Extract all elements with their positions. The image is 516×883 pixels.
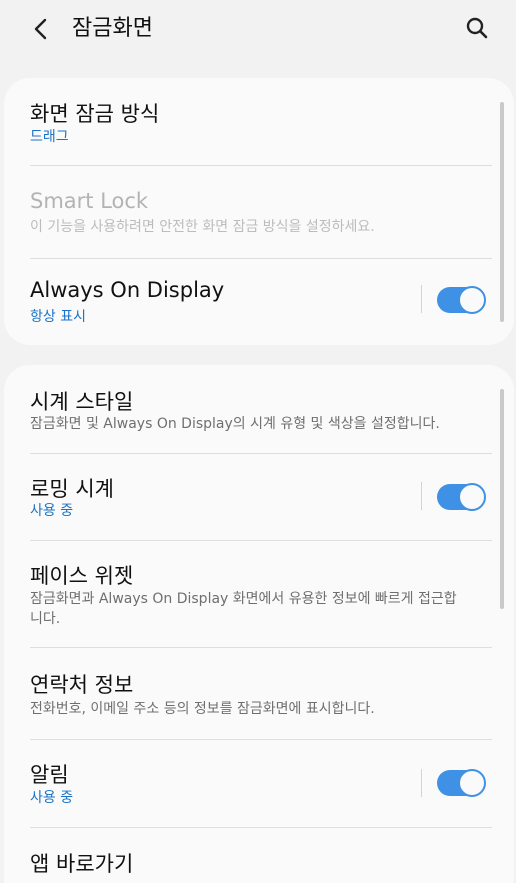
notifications-title: 알림 — [30, 763, 69, 787]
face-widgets-title: 페이스 위젯 — [30, 564, 134, 588]
scrollbar[interactable] — [500, 389, 504, 609]
clock-style-item[interactable]: 시계 스타일 잠금화면 및 Always On Display의 시계 유형 및… — [4, 365, 514, 453]
screen-lock-type-value: 드래그 — [30, 129, 69, 145]
search-icon — [466, 17, 488, 39]
always-on-display-item[interactable]: Always On Display 항상 표시 — [4, 259, 514, 345]
page-title: 잠금화면 — [72, 16, 153, 41]
notifications-value: 사용 중 — [30, 790, 74, 806]
smart-lock-description: 이 기능을 사용하려면 안전한 화면 잠금 방식을 설정하세요. — [30, 219, 375, 235]
always-on-display-toggle[interactable] — [437, 286, 486, 314]
lock-screen-settings: 잠금화면 화면 잠금 방식 드래그 Smart Lock 이 기능을 사용하려면… — [0, 0, 516, 883]
app-shortcuts-item[interactable]: 앱 바로가기 — [4, 828, 514, 883]
roaming-clock-item[interactable]: 로밍 시계 사용 중 — [4, 454, 514, 540]
back-button[interactable] — [24, 12, 58, 46]
scrollbar[interactable] — [500, 102, 504, 322]
roaming-clock-value: 사용 중 — [30, 503, 74, 519]
chevron-left-icon — [34, 18, 47, 40]
always-on-display-value: 항상 표시 — [30, 309, 86, 325]
contact-info-description: 전화번호, 이메일 주소 등의 정보를 잠금화면에 표시합니다. — [30, 701, 375, 717]
vertical-separator — [421, 285, 422, 313]
screen-lock-type-item[interactable]: 화면 잠금 방식 드래그 — [4, 78, 514, 166]
notifications-toggle[interactable] — [437, 769, 486, 797]
search-button[interactable] — [460, 11, 494, 45]
smart-lock-item: Smart Lock 이 기능을 사용하려면 안전한 화면 잠금 방식을 설정하… — [4, 166, 514, 258]
vertical-separator — [421, 482, 422, 510]
vertical-separator — [421, 769, 422, 797]
face-widgets-item[interactable]: 페이스 위젯 잠금화면과 Always On Display 화면에서 유용한 … — [4, 541, 514, 647]
toggle-knob — [458, 483, 486, 511]
contact-info-title: 연락처 정보 — [30, 673, 134, 697]
toggle-knob — [458, 286, 486, 314]
screen-lock-type-title: 화면 잠금 방식 — [30, 102, 160, 126]
clock-style-title: 시계 스타일 — [30, 390, 134, 414]
roaming-clock-toggle[interactable] — [437, 483, 486, 511]
smart-lock-title: Smart Lock — [30, 189, 149, 213]
top-bar: 잠금화면 — [0, 0, 516, 58]
toggle-knob — [458, 769, 486, 797]
app-shortcuts-title: 앱 바로가기 — [30, 852, 134, 876]
face-widgets-description: 잠금화면과 Always On Display 화면에서 유용한 정보에 빠르게… — [30, 591, 457, 627]
roaming-clock-title: 로밍 시계 — [30, 477, 114, 501]
lock-settings-card: 화면 잠금 방식 드래그 Smart Lock 이 기능을 사용하려면 안전한 … — [4, 78, 514, 345]
notifications-item[interactable]: 알림 사용 중 — [4, 740, 514, 827]
clock-style-description: 잠금화면 및 Always On Display의 시계 유형 및 색상을 설정… — [30, 416, 440, 432]
always-on-display-title: Always On Display — [30, 278, 225, 302]
contact-info-item[interactable]: 연락처 정보 전화번호, 이메일 주소 등의 정보를 잠금화면에 표시합니다. — [4, 648, 514, 739]
display-options-card: 시계 스타일 잠금화면 및 Always On Display의 시계 유형 및… — [4, 365, 514, 883]
